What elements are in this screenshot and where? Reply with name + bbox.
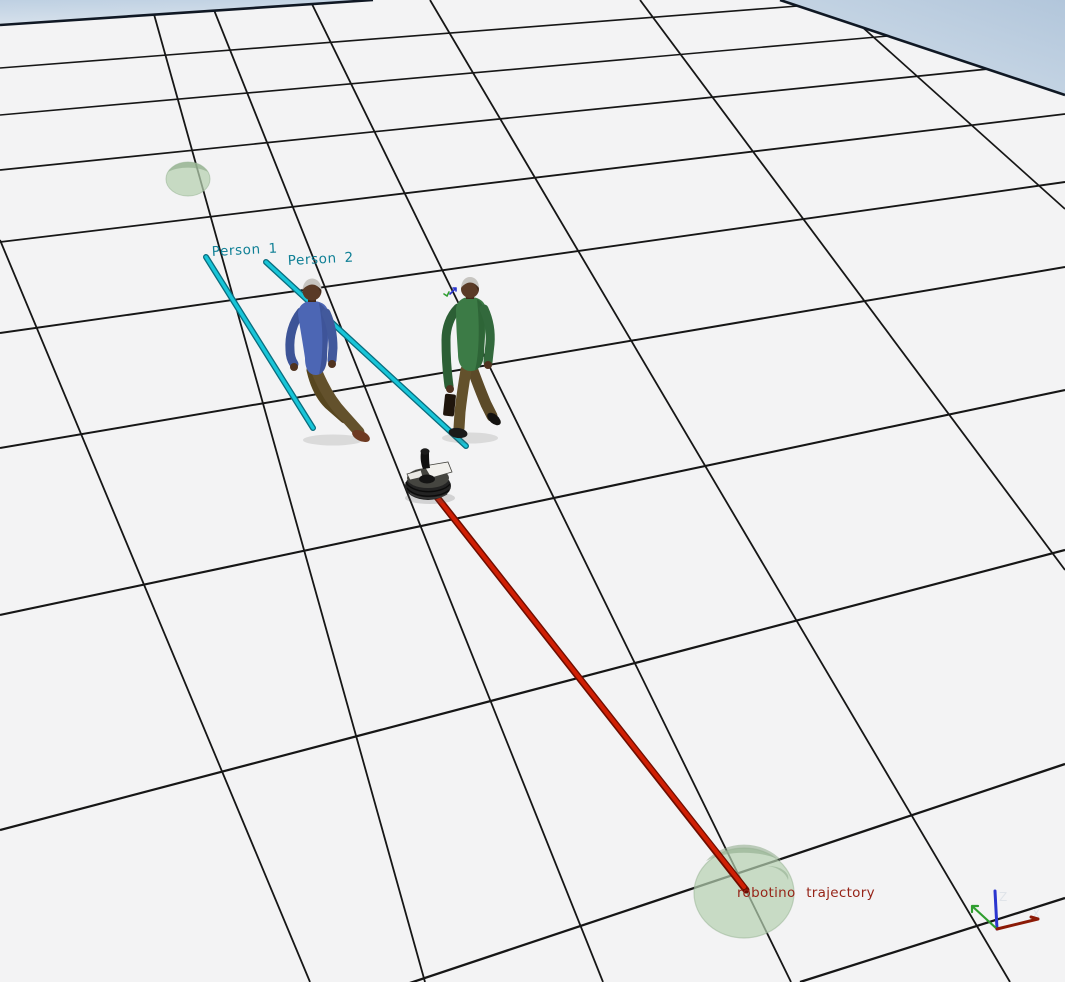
person2-front-leg bbox=[453, 364, 472, 434]
goal-sphere-far bbox=[165, 161, 211, 197]
person2-right-hand bbox=[484, 361, 492, 369]
person2-bag bbox=[443, 393, 456, 417]
scene-svg[interactable]: Person 1 Person 2 robotino trajectory Z … bbox=[0, 0, 1065, 982]
person1-right-hand bbox=[328, 360, 336, 368]
robot-antenna-top bbox=[420, 448, 430, 455]
floor-plane bbox=[0, 0, 1065, 982]
robot-trajectory-label: robotino trajectory bbox=[737, 885, 875, 901]
3d-viewport[interactable]: Person 1 Person 2 robotino trajectory Z … bbox=[0, 0, 1065, 982]
person1-left-hand bbox=[290, 363, 298, 371]
axis-z-letter: Z bbox=[999, 890, 1007, 904]
person2-left-hand bbox=[446, 385, 454, 393]
axis-z-arrow bbox=[993, 889, 999, 931]
robot-hub bbox=[419, 474, 435, 484]
